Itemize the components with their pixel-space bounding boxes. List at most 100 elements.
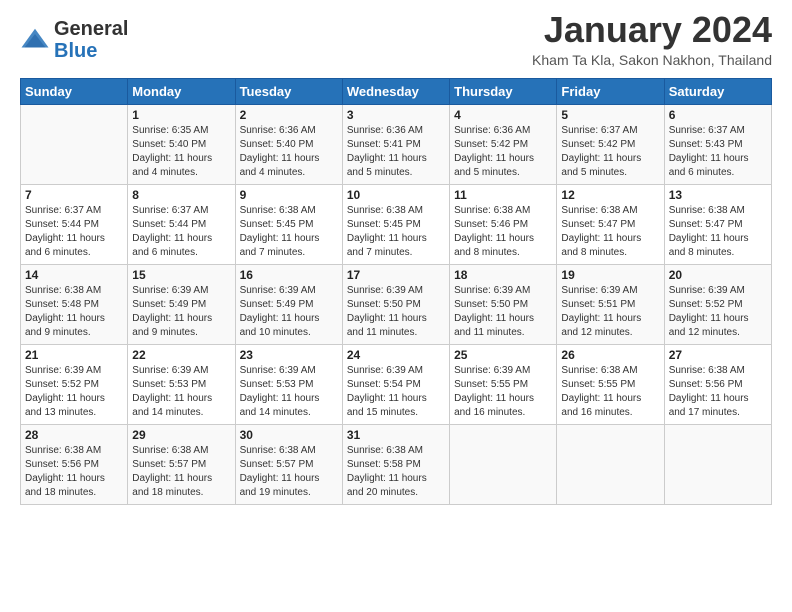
calendar-cell: 11 Sunrise: 6:38 AMSunset: 5:46 PMDayligh…: [450, 184, 557, 264]
day-number: 14: [25, 268, 123, 282]
day-number: 17: [347, 268, 445, 282]
cell-info: Sunrise: 6:36 AMSunset: 5:40 PMDaylight:…: [240, 124, 338, 180]
day-number: 28: [25, 428, 123, 442]
calendar-cell: 31 Sunrise: 6:38 AMSunset: 5:58 PMDayligh…: [342, 424, 449, 504]
cell-info: Sunrise: 6:39 AMSunset: 5:55 PMDaylight:…: [454, 364, 552, 420]
weekday-header-saturday: Saturday: [664, 78, 771, 104]
day-number: 4: [454, 108, 552, 122]
cell-info: Sunrise: 6:39 AMSunset: 5:52 PMDaylight:…: [669, 284, 767, 340]
cell-info: Sunrise: 6:39 AMSunset: 5:51 PMDaylight:…: [561, 284, 659, 340]
day-number: 9: [240, 188, 338, 202]
cell-info: Sunrise: 6:39 AMSunset: 5:50 PMDaylight:…: [454, 284, 552, 340]
calendar-cell: 22 Sunrise: 6:39 AMSunset: 5:53 PMDayligh…: [128, 344, 235, 424]
calendar-cell: 6 Sunrise: 6:37 AMSunset: 5:43 PMDaylight…: [664, 104, 771, 184]
day-number: 11: [454, 188, 552, 202]
day-number: 10: [347, 188, 445, 202]
cell-info: Sunrise: 6:38 AMSunset: 5:48 PMDaylight:…: [25, 284, 123, 340]
cell-info: Sunrise: 6:38 AMSunset: 5:45 PMDaylight:…: [347, 204, 445, 260]
calendar-cell: 30 Sunrise: 6:38 AMSunset: 5:57 PMDayligh…: [235, 424, 342, 504]
calendar-week-row: 28 Sunrise: 6:38 AMSunset: 5:56 PMDayligh…: [21, 424, 772, 504]
location-subtitle: Kham Ta Kla, Sakon Nakhon, Thailand: [532, 52, 772, 68]
cell-info: Sunrise: 6:38 AMSunset: 5:47 PMDaylight:…: [561, 204, 659, 260]
calendar-cell: 13Sunrise: 6:38 AMSunset: 5:47 PMDayligh…: [664, 184, 771, 264]
calendar-cell: 23Sunrise: 6:39 AMSunset: 5:53 PMDayligh…: [235, 344, 342, 424]
calendar-cell: [450, 424, 557, 504]
cell-info: Sunrise: 6:38 AMSunset: 5:47 PMDaylight:…: [669, 204, 767, 260]
logo-icon: [20, 25, 50, 55]
day-number: 20: [669, 268, 767, 282]
logo: General Blue: [20, 18, 128, 62]
cell-info: Sunrise: 6:39 AMSunset: 5:50 PMDaylight:…: [347, 284, 445, 340]
logo-general: General: [54, 18, 128, 40]
calendar-cell: 27 Sunrise: 6:38 AMSunset: 5:56 PMDayligh…: [664, 344, 771, 424]
day-number: 22: [132, 348, 230, 362]
calendar-cell: 5 Sunrise: 6:37 AMSunset: 5:42 PMDaylight…: [557, 104, 664, 184]
cell-info: Sunrise: 6:38 AMSunset: 5:56 PMDaylight:…: [25, 444, 123, 500]
calendar-cell: 16Sunrise: 6:39 AMSunset: 5:49 PMDayligh…: [235, 264, 342, 344]
day-number: 12: [561, 188, 659, 202]
calendar-table: SundayMondayTuesdayWednesdayThursdayFrid…: [20, 78, 772, 505]
cell-info: Sunrise: 6:38 AMSunset: 5:46 PMDaylight:…: [454, 204, 552, 260]
logo-text: General Blue: [54, 18, 128, 62]
calendar-cell: 24 Sunrise: 6:39 AMSunset: 5:54 PMDayligh…: [342, 344, 449, 424]
cell-info: Sunrise: 6:37 AMSunset: 5:44 PMDaylight:…: [25, 204, 123, 260]
calendar-cell: 26Sunrise: 6:38 AMSunset: 5:55 PMDayligh…: [557, 344, 664, 424]
calendar-cell: 7Sunrise: 6:37 AMSunset: 5:44 PMDaylight…: [21, 184, 128, 264]
day-number: 18: [454, 268, 552, 282]
calendar-cell: 20 Sunrise: 6:39 AMSunset: 5:52 PMDayligh…: [664, 264, 771, 344]
calendar-cell: 9 Sunrise: 6:38 AMSunset: 5:45 PMDaylight…: [235, 184, 342, 264]
calendar-week-row: 21Sunrise: 6:39 AMSunset: 5:52 PMDayligh…: [21, 344, 772, 424]
weekday-header-tuesday: Tuesday: [235, 78, 342, 104]
cell-info: Sunrise: 6:35 AMSunset: 5:40 PMDaylight:…: [132, 124, 230, 180]
cell-info: Sunrise: 6:38 AMSunset: 5:56 PMDaylight:…: [669, 364, 767, 420]
day-number: 19: [561, 268, 659, 282]
cell-info: Sunrise: 6:37 AMSunset: 5:42 PMDaylight:…: [561, 124, 659, 180]
title-area: January 2024 Kham Ta Kla, Sakon Nakhon, …: [532, 10, 772, 68]
header: General Blue January 2024 Kham Ta Kla, S…: [20, 10, 772, 68]
day-number: 5: [561, 108, 659, 122]
day-number: 6: [669, 108, 767, 122]
calendar-cell: 18 Sunrise: 6:39 AMSunset: 5:50 PMDayligh…: [450, 264, 557, 344]
cell-info: Sunrise: 6:38 AMSunset: 5:45 PMDaylight:…: [240, 204, 338, 260]
calendar-cell: [557, 424, 664, 504]
weekday-header-wednesday: Wednesday: [342, 78, 449, 104]
day-number: 21: [25, 348, 123, 362]
day-number: 24: [347, 348, 445, 362]
cell-info: Sunrise: 6:36 AMSunset: 5:42 PMDaylight:…: [454, 124, 552, 180]
weekday-header-thursday: Thursday: [450, 78, 557, 104]
day-number: 16: [240, 268, 338, 282]
day-number: 15: [132, 268, 230, 282]
cell-info: Sunrise: 6:39 AMSunset: 5:49 PMDaylight:…: [132, 284, 230, 340]
cell-info: Sunrise: 6:37 AMSunset: 5:43 PMDaylight:…: [669, 124, 767, 180]
calendar-cell: 17 Sunrise: 6:39 AMSunset: 5:50 PMDayligh…: [342, 264, 449, 344]
weekday-header-sunday: Sunday: [21, 78, 128, 104]
cell-info: Sunrise: 6:38 AMSunset: 5:57 PMDaylight:…: [132, 444, 230, 500]
logo-blue: Blue: [54, 40, 128, 62]
calendar-cell: 10 Sunrise: 6:38 AMSunset: 5:45 PMDayligh…: [342, 184, 449, 264]
cell-info: Sunrise: 6:39 AMSunset: 5:53 PMDaylight:…: [132, 364, 230, 420]
day-number: 1: [132, 108, 230, 122]
calendar-cell: 28 Sunrise: 6:38 AMSunset: 5:56 PMDayligh…: [21, 424, 128, 504]
day-number: 2: [240, 108, 338, 122]
calendar-cell: 3Sunrise: 6:36 AMSunset: 5:41 PMDaylight…: [342, 104, 449, 184]
day-number: 29: [132, 428, 230, 442]
weekday-header-monday: Monday: [128, 78, 235, 104]
cell-info: Sunrise: 6:38 AMSunset: 5:57 PMDaylight:…: [240, 444, 338, 500]
day-number: 31: [347, 428, 445, 442]
calendar-cell: 25Sunrise: 6:39 AMSunset: 5:55 PMDayligh…: [450, 344, 557, 424]
day-number: 27: [669, 348, 767, 362]
calendar-cell: [21, 104, 128, 184]
day-number: 3: [347, 108, 445, 122]
day-number: 26: [561, 348, 659, 362]
month-title: January 2024: [532, 10, 772, 50]
cell-info: Sunrise: 6:39 AMSunset: 5:54 PMDaylight:…: [347, 364, 445, 420]
cell-info: Sunrise: 6:38 AMSunset: 5:58 PMDaylight:…: [347, 444, 445, 500]
calendar-cell: 4 Sunrise: 6:36 AMSunset: 5:42 PMDaylight…: [450, 104, 557, 184]
day-number: 30: [240, 428, 338, 442]
calendar-week-row: 14 Sunrise: 6:38 AMSunset: 5:48 PMDayligh…: [21, 264, 772, 344]
calendar-cell: 1 Sunrise: 6:35 AMSunset: 5:40 PMDaylight…: [128, 104, 235, 184]
calendar-cell: 14 Sunrise: 6:38 AMSunset: 5:48 PMDayligh…: [21, 264, 128, 344]
weekday-header-row: SundayMondayTuesdayWednesdayThursdayFrid…: [21, 78, 772, 104]
calendar-cell: 21Sunrise: 6:39 AMSunset: 5:52 PMDayligh…: [21, 344, 128, 424]
cell-info: Sunrise: 6:39 AMSunset: 5:53 PMDaylight:…: [240, 364, 338, 420]
